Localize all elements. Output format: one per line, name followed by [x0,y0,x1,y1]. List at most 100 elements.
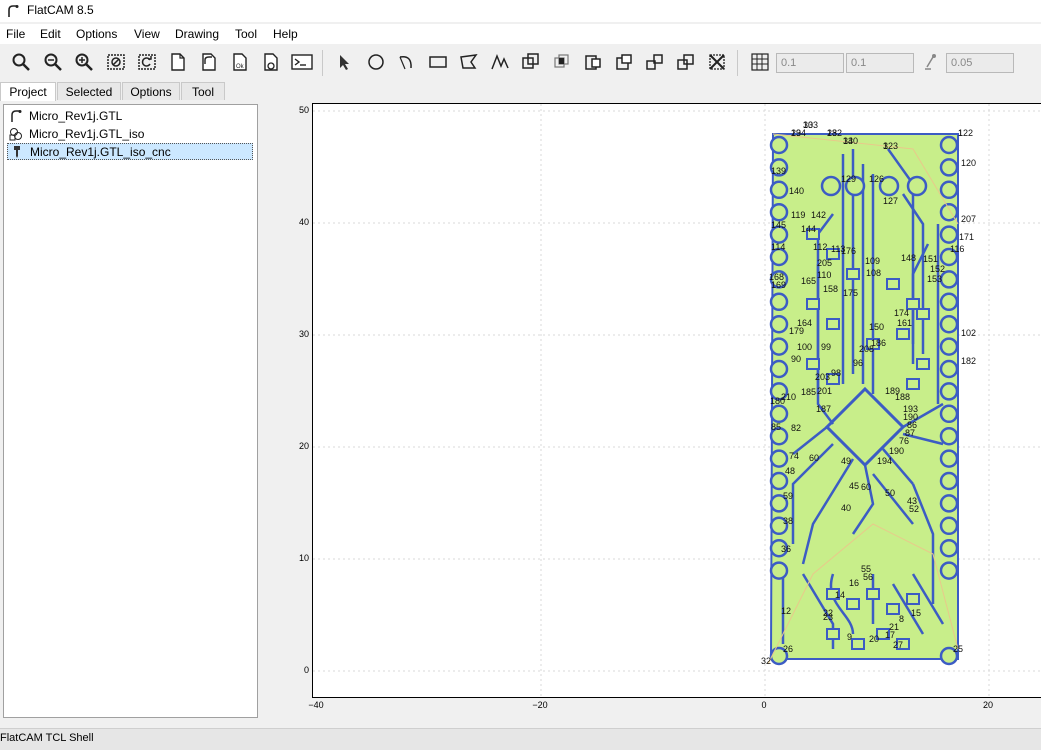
x-tick-label: 20 [982,700,993,710]
polygon-icon[interactable] [457,50,481,74]
point-label: 45 [849,481,859,491]
path-icon[interactable] [488,50,512,74]
point-label: 205 [817,258,832,268]
point-label: 182 [961,356,976,366]
point-label: 186 [871,338,886,348]
toolbar-separator [737,50,738,76]
zoom-fit-icon[interactable] [9,50,33,74]
smd-pad [886,603,900,615]
replot-icon[interactable] [135,50,159,74]
open-gerber-icon[interactable] [197,50,221,74]
project-item-selected[interactable]: Micro_Rev1j.GTL_iso_cnc [7,143,253,160]
point-label: 142 [811,210,826,220]
pad [939,561,959,580]
point-label: 108 [866,268,881,278]
pad [939,404,959,424]
point-label: 148 [901,253,916,263]
union-icon[interactable] [519,50,543,74]
snap-distance-input[interactable] [946,53,1014,73]
point-label: 25 [953,644,963,654]
point-label: 109 [865,256,880,266]
project-item[interactable]: Micro_Rev1j.GTL [7,107,253,124]
point-label: 50 [885,488,895,498]
tcl-shell-icon[interactable] [290,50,314,74]
copy-icon[interactable] [643,50,667,74]
point-label: 158 [823,284,838,294]
select-icon[interactable] [333,50,357,74]
point-label: 12 [781,606,791,616]
zoom-in-icon[interactable] [72,50,96,74]
rectangle-icon[interactable] [426,50,450,74]
grid-snap-icon[interactable] [748,50,772,74]
pad [939,314,959,334]
intersection-icon[interactable] [550,50,574,74]
point-label: 16 [849,578,859,588]
point-label: 98 [831,368,841,378]
open-excellon-icon[interactable]: Ok [228,50,252,74]
smd-pad [916,358,930,370]
pad [939,158,959,177]
tab-project[interactable]: Project [0,82,56,101]
project-item[interactable]: Micro_Rev1j.GTL_iso [7,125,253,142]
point-label: 60 [861,482,871,492]
point-label: 59 [783,491,793,501]
point-label: 129 [841,174,856,184]
delete-icon[interactable] [705,50,729,74]
menu-options[interactable]: Options [76,27,117,41]
point-label: 74 [789,451,799,461]
tab-options[interactable]: Options [122,82,180,100]
pad [939,180,959,200]
point-label: 90 [791,354,801,364]
circle-icon[interactable] [364,50,388,74]
plot-canvas[interactable]: 133 134 132 130 123 122 120 139 140 129 126 127 207 1… [312,103,1041,699]
clear-plot-icon[interactable] [104,50,128,74]
arc-icon[interactable] [395,50,419,74]
project-item-label: Micro_Rev1j.GTL_iso_cnc [30,144,171,159]
point-label: 207 [961,214,976,224]
plot-area[interactable]: 133134 132130 123122120139140129 1261272071… [313,104,1041,699]
grid-x-input[interactable] [776,53,844,73]
zoom-out-icon[interactable] [41,50,65,74]
point-label: 144 [801,224,816,234]
pad [769,314,789,334]
tab-selected[interactable]: Selected [57,82,121,100]
point-label: 112 [813,242,827,252]
pad [769,180,789,200]
smd-pad [896,328,910,340]
snap-corner-icon[interactable] [920,50,944,74]
menu-help[interactable]: Help [273,27,298,41]
point-label: 49 [841,456,851,466]
open-gcode-icon[interactable] [259,50,283,74]
menu-view[interactable]: View [134,27,160,41]
point-label: 56 [863,572,873,582]
menu-edit[interactable]: Edit [40,27,61,41]
point-label: 29 [791,128,801,138]
smd-pad [906,378,920,390]
menu-tool[interactable]: Tool [235,27,257,41]
point-label: 76 [899,436,909,446]
notebook-tabs: Project Selected Options Tool [0,82,260,101]
tab-tool[interactable]: Tool [181,82,225,100]
smd-pad [851,638,865,650]
smd-pad [906,593,920,605]
smd-pad [806,298,820,310]
new-project-icon[interactable] [166,50,190,74]
grid-y-input[interactable] [846,53,914,73]
subtract-icon[interactable] [581,50,605,74]
point-label: 201 [817,386,832,396]
cutout-icon[interactable] [612,50,636,74]
tcl-shell-label[interactable]: FlatCAM TCL Shell [0,732,94,744]
point-label: 26 [783,644,793,654]
menu-file[interactable]: File [6,27,25,41]
move-icon[interactable] [674,50,698,74]
y-tick-label: 50 [298,105,309,115]
point-label: 127 [883,196,898,206]
point-label: 30 [803,120,813,130]
x-tick-label: −20 [532,700,548,710]
title-bar: FlatCAM 8.5 [0,0,1041,22]
pad [769,292,789,312]
point-label: 119 [791,210,805,220]
pad [939,426,959,446]
project-item-label: Micro_Rev1j.GTL [29,108,123,123]
menu-drawing[interactable]: Drawing [175,27,219,41]
